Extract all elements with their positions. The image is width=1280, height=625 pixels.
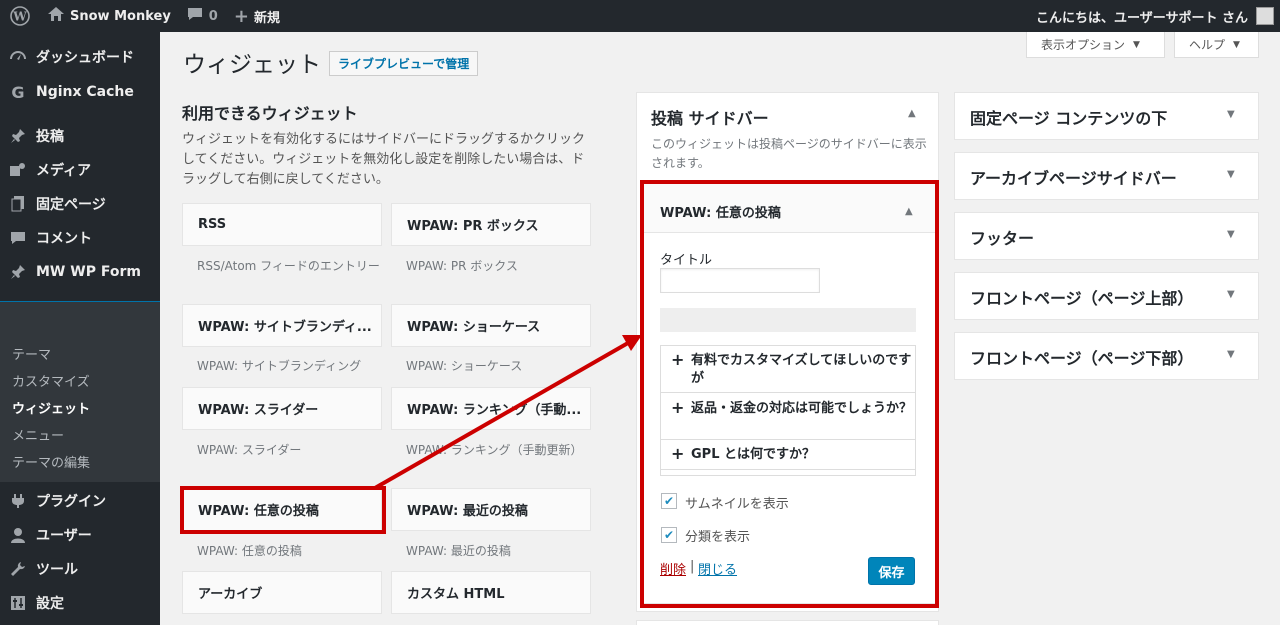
drag-arrow [374, 335, 642, 490]
